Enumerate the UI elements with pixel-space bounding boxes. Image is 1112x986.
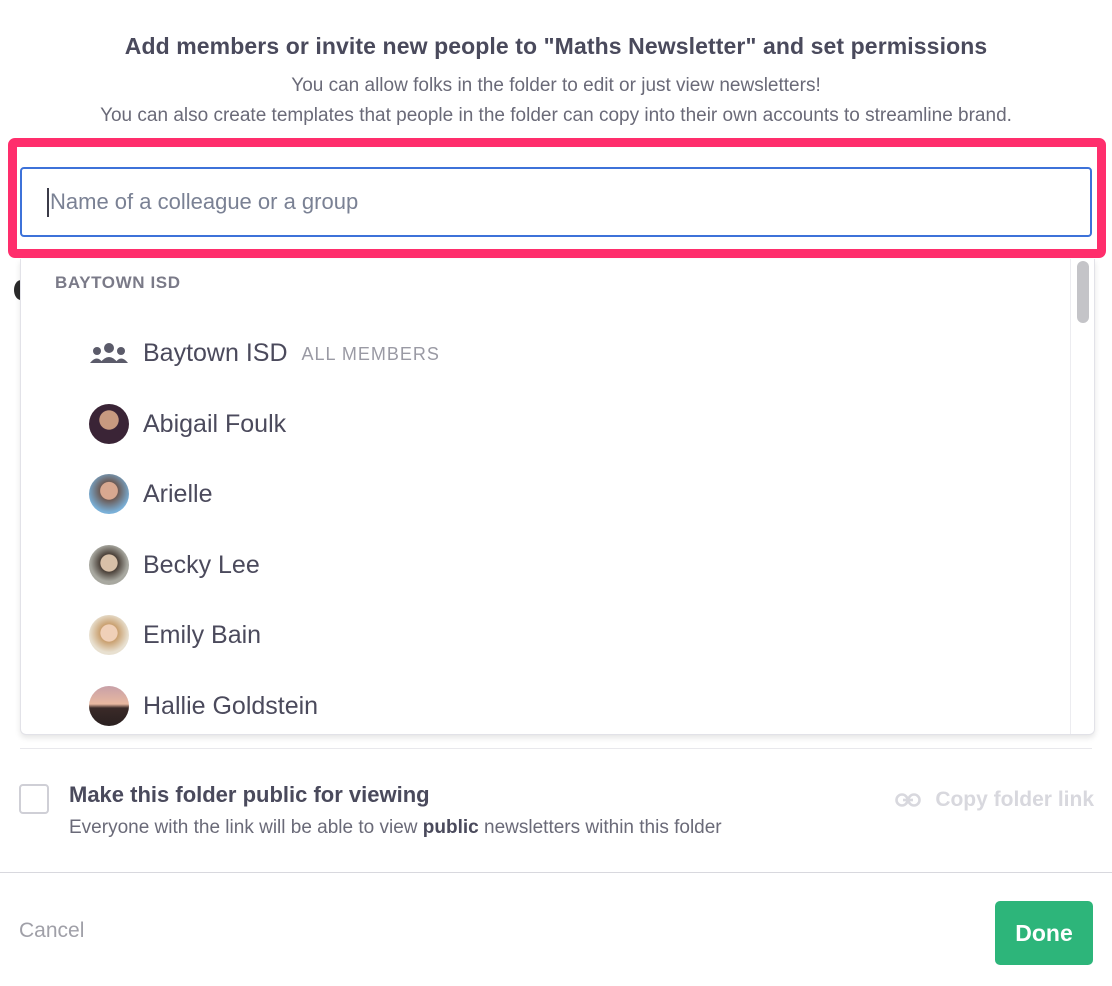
avatar bbox=[89, 686, 129, 726]
person-name: Emily Bain bbox=[143, 620, 262, 649]
divider bbox=[20, 748, 1092, 749]
avatar bbox=[89, 545, 129, 585]
person-name: Arielle bbox=[143, 479, 213, 508]
dropdown-item-person[interactable]: Hallie Goldstein bbox=[89, 686, 318, 726]
link-icon bbox=[895, 793, 922, 807]
scrollbar-thumb[interactable] bbox=[1077, 261, 1089, 323]
dropdown-item-person[interactable]: Becky Lee bbox=[89, 545, 260, 585]
done-button[interactable]: Done bbox=[995, 901, 1093, 965]
dialog-subtitle-line2: You can also create templates that peopl… bbox=[100, 105, 1012, 126]
footer-divider bbox=[0, 872, 1112, 873]
person-name: Becky Lee bbox=[143, 550, 260, 579]
cancel-button[interactable]: Cancel bbox=[19, 919, 84, 943]
dialog-subtitle-line1: You can allow folks in the folder to edi… bbox=[291, 75, 821, 96]
person-name: Abigail Foulk bbox=[143, 409, 287, 438]
dropdown-scrollbar[interactable] bbox=[1070, 259, 1094, 734]
suggestion-dropdown: BAYTOWN ISD Baytown ISD ALL MEMBERS Abig… bbox=[20, 259, 1095, 735]
group-tag: ALL MEMBERS bbox=[301, 343, 440, 364]
copy-folder-link-button[interactable]: Copy folder link bbox=[895, 788, 1094, 812]
dropdown-item-person[interactable]: Emily Bain bbox=[89, 615, 261, 655]
dropdown-item-person[interactable]: Arielle bbox=[89, 474, 212, 514]
highlight-annotation bbox=[8, 138, 1106, 258]
group-header: BAYTOWN ISD bbox=[55, 273, 181, 292]
dialog-title: Add members or invite new people to "Mat… bbox=[124, 33, 988, 59]
public-folder-label: Make this folder public for viewing bbox=[69, 782, 430, 807]
dropdown-item-person[interactable]: Abigail Foulk bbox=[89, 404, 286, 444]
public-folder-description: Everyone with the link will be able to v… bbox=[69, 817, 722, 838]
avatar bbox=[89, 474, 129, 514]
avatar bbox=[89, 404, 129, 444]
person-name: Hallie Goldstein bbox=[143, 691, 319, 720]
copy-folder-link-label: Copy folder link bbox=[935, 788, 1094, 811]
group-name: Baytown ISD bbox=[143, 338, 288, 367]
avatar bbox=[89, 615, 129, 655]
public-folder-checkbox[interactable] bbox=[19, 784, 49, 814]
group-icon bbox=[89, 333, 129, 373]
dropdown-item-group-all-members[interactable]: Baytown ISD ALL MEMBERS bbox=[89, 333, 440, 373]
